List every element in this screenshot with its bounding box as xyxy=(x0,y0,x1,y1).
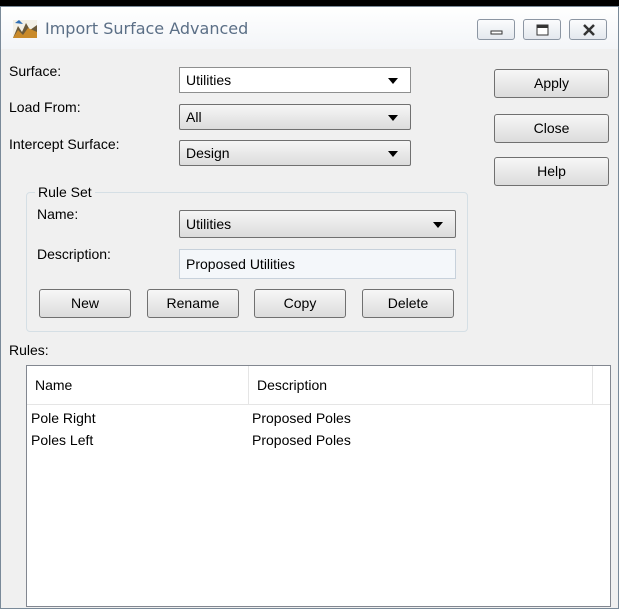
rename-button[interactable]: Rename xyxy=(147,289,239,318)
minimize-icon xyxy=(490,30,503,35)
maximize-icon xyxy=(536,24,549,36)
chevron-down-icon xyxy=(388,115,398,121)
intercept-surface-value: Design xyxy=(186,145,230,161)
delete-button[interactable]: Delete xyxy=(362,289,454,318)
maximize-button[interactable] xyxy=(523,19,561,40)
new-button[interactable]: New xyxy=(39,289,131,318)
chevron-down-icon xyxy=(388,78,398,84)
help-button[interactable]: Help xyxy=(494,157,609,186)
close-button[interactable]: Close xyxy=(494,114,609,143)
surface-dropdown[interactable]: Utilities xyxy=(179,67,411,93)
chevron-down-icon xyxy=(433,222,443,228)
rules-list[interactable]: Name Description Pole Right Proposed Pol… xyxy=(26,365,611,607)
rule-description-cell: Proposed Poles xyxy=(252,432,351,448)
intercept-surface-dropdown[interactable]: Design xyxy=(179,140,411,166)
intercept-surface-label: Intercept Surface: xyxy=(9,136,120,152)
window-title: Import Surface Advanced xyxy=(45,19,249,38)
load-from-dropdown[interactable]: All xyxy=(179,104,411,130)
rule-set-name-value: Utilities xyxy=(186,216,232,232)
column-header-description[interactable]: Description xyxy=(249,366,593,404)
rule-name-cell: Pole Right xyxy=(31,410,96,426)
rule-set-name-label: Name: xyxy=(37,206,79,222)
rules-list-header: Name Description xyxy=(27,366,610,405)
title-bar[interactable]: Import Surface Advanced xyxy=(1,7,618,49)
rule-name-cell: Poles Left xyxy=(31,432,94,448)
rule-set-name-dropdown[interactable]: Utilities xyxy=(179,210,456,238)
close-window-button[interactable] xyxy=(569,19,607,40)
surface-value: Utilities xyxy=(186,72,232,88)
table-row[interactable]: Pole Right Proposed Poles xyxy=(27,408,610,430)
surface-label: Surface: xyxy=(9,63,62,79)
app-surface-icon xyxy=(13,20,37,38)
description-field[interactable]: Proposed Utilities xyxy=(179,249,456,279)
column-header-name[interactable]: Name xyxy=(27,366,249,404)
import-surface-advanced-dialog: Import Surface Advanced Surface: Utiliti… xyxy=(0,6,619,609)
close-icon xyxy=(583,24,595,36)
load-from-label: Load From: xyxy=(9,99,81,115)
apply-button[interactable]: Apply xyxy=(494,69,609,98)
minimize-button[interactable] xyxy=(477,19,515,40)
rule-set-title: Rule Set xyxy=(35,184,95,200)
table-row[interactable]: Poles Left Proposed Poles xyxy=(27,430,610,452)
copy-button[interactable]: Copy xyxy=(254,289,346,318)
rules-label: Rules: xyxy=(9,342,49,358)
chevron-down-icon xyxy=(388,151,398,157)
rule-description-cell: Proposed Poles xyxy=(252,410,351,426)
description-value: Proposed Utilities xyxy=(186,256,295,272)
description-label: Description: xyxy=(37,246,111,262)
load-from-value: All xyxy=(186,109,202,125)
